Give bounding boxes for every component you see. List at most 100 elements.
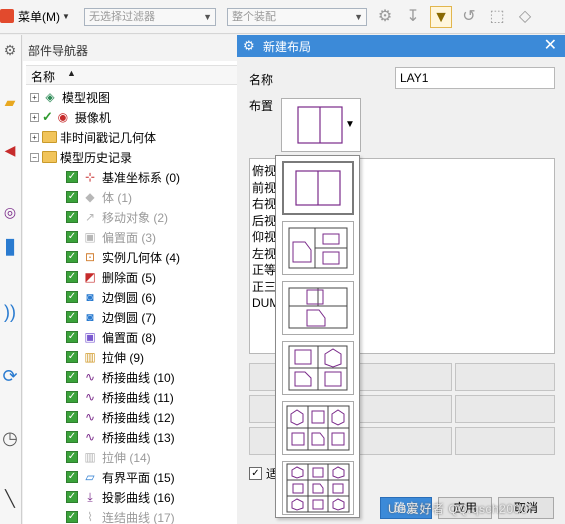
collapse-icon[interactable]: − [30, 152, 39, 162]
tree-feature-row[interactable]: ✓ ◙ 边倒圆 (6) [66, 287, 156, 307]
expand-icon[interactable]: + [30, 92, 39, 102]
selection-filter-icon[interactable]: ▼ [430, 6, 452, 28]
feature-visibility-checkbox[interactable]: ✓ [66, 411, 78, 423]
chevron-down-icon: ▼ [354, 12, 363, 22]
layout-option-two-views[interactable] [282, 161, 354, 215]
edge-blend-icon: ◙ [86, 290, 94, 304]
tree-node-label: 模型视图 [62, 90, 111, 105]
close-icon[interactable]: ✕ [544, 36, 557, 56]
tree-branch[interactable]: − 模型历史记录 [30, 147, 132, 167]
feature-visibility-checkbox[interactable]: ✓ [66, 311, 78, 323]
toolbar-icon-group: ⚙ ↧ ▼ ↺ ⬚ ◇ [374, 6, 536, 28]
feature-icon[interactable]: ◀ [1, 139, 19, 161]
fit-option-row[interactable]: ✓ 适 [249, 465, 278, 482]
tree-feature-row[interactable]: ✓ ▱ 有界平面 (15) [66, 467, 175, 487]
part-navigator: 部件导航器 名称 ▲ + ◈ 模型视图 + ✓ ◉ 摄像机 + 非时间戳记几何体 − 模型历史记录 ✓… [23, 35, 245, 524]
assembly-scope-select[interactable]: 整个装配 ▼ [227, 8, 367, 26]
tree-feature-row[interactable]: ✓ ∿ 桥接曲线 (12) [66, 407, 175, 427]
tree-node-label: 摄像机 [74, 110, 111, 125]
join-curve-icon: ⌇ [87, 510, 93, 524]
snap-to-grid-icon[interactable]: ⚙ [374, 6, 396, 28]
main-menu-label: 菜单(M) [18, 9, 60, 24]
wave-icon[interactable]: )) [1, 301, 19, 323]
feature-visibility-checkbox[interactable]: ✓ [66, 291, 78, 303]
layout-option-nine-views[interactable] [282, 461, 354, 515]
tree-feature-row[interactable]: ✓ ▥ 拉伸 (9) [66, 347, 144, 367]
layout-cell[interactable] [455, 427, 555, 455]
gear-icon[interactable]: ⚙ [243, 39, 257, 53]
tree-feature-row[interactable]: ✓ ▣ 偏置面 (3) [66, 227, 156, 247]
tree-node-label: 体 (1) [102, 190, 133, 205]
sort-ascending-icon: ▲ [67, 68, 76, 78]
navigator-column-header[interactable]: 名称 ▲ [26, 65, 244, 85]
tree-feature-row[interactable]: ✓ ◙ 边倒圆 (7) [66, 307, 156, 327]
feature-visibility-checkbox[interactable]: ✓ [66, 351, 78, 363]
view-cube-icon[interactable]: ◇ [514, 6, 536, 28]
tree-feature-row[interactable]: ✓ ▥ 拉伸 (14) [66, 447, 151, 467]
layout-option-six-views[interactable] [282, 401, 354, 455]
clock-icon[interactable]: ◷ [1, 427, 19, 449]
expand-icon[interactable]: + [30, 132, 39, 142]
layout-option-three-views-a[interactable] [282, 221, 354, 275]
knife-icon[interactable]: ╲ [1, 489, 19, 511]
feature-visibility-checkbox[interactable]: ✓ [66, 391, 78, 403]
feature-visibility-checkbox[interactable]: ✓ [66, 371, 78, 383]
tree-node-label: 拉伸 (9) [102, 350, 145, 365]
layout-cell[interactable] [352, 363, 452, 391]
bridge-curve-icon: ∿ [84, 430, 96, 444]
layout-cell[interactable] [455, 395, 555, 423]
settings-icon[interactable]: ⚙ [1, 39, 19, 61]
feature-visibility-checkbox[interactable]: ✓ [66, 171, 78, 183]
tree-feature-row[interactable]: ✓ ⊡ 实例几何体 (4) [66, 247, 180, 267]
visibility-check-icon[interactable]: ✓ [42, 109, 53, 125]
tree-branch[interactable]: + 非时间戳记几何体 [30, 127, 156, 147]
feature-visibility-checkbox[interactable]: ✓ [66, 211, 78, 223]
layout-cell[interactable] [352, 427, 452, 455]
tree-feature-row[interactable]: ✓ ▣ 偏置面 (8) [66, 327, 156, 347]
tree-feature-row[interactable]: ✓ ∿ 桥接曲线 (13) [66, 427, 175, 447]
history-icon[interactable]: ⟳ [1, 365, 19, 387]
selection-filter-select[interactable]: 无选择过滤器 ▼ [84, 8, 216, 26]
feature-visibility-checkbox[interactable]: ✓ [66, 471, 78, 483]
three-views-icon [288, 287, 348, 329]
tree-branch[interactable]: + ✓ ◉ 摄像机 [30, 107, 111, 127]
tree-feature-row[interactable]: ✓ ◩ 删除面 (5) [66, 267, 156, 287]
tree-branch[interactable]: + ◈ 模型视图 [30, 87, 110, 107]
feature-visibility-checkbox[interactable]: ✓ [66, 331, 78, 343]
layout-name-input[interactable]: LAY1 [395, 67, 555, 89]
feature-visibility-checkbox[interactable]: ✓ [66, 491, 78, 503]
tree-feature-row[interactable]: ✓ ⌇ 连结曲线 (17) [66, 507, 175, 524]
feature-visibility-checkbox[interactable]: ✓ [66, 431, 78, 443]
tree-node-label: 偏置面 (8) [102, 330, 157, 345]
feature-visibility-checkbox[interactable]: ✓ [66, 271, 78, 283]
feature-visibility-checkbox[interactable]: ✓ [66, 191, 78, 203]
snap-point-icon[interactable]: ↧ [402, 6, 424, 28]
snap-cube-icon[interactable]: ⬚ [486, 6, 508, 28]
expand-icon[interactable]: + [30, 112, 39, 122]
feature-visibility-checkbox[interactable]: ✓ [66, 511, 78, 523]
tree-feature-row[interactable]: ✓ ↗ 移动对象 (2) [66, 207, 168, 227]
feature-visibility-checkbox[interactable]: ✓ [66, 451, 78, 463]
undo-arc-icon[interactable]: ↺ [458, 6, 480, 28]
fit-checkbox[interactable]: ✓ [249, 467, 262, 480]
layout-label: 布置 [249, 99, 274, 113]
assembly-icon[interactable]: ▰ [1, 91, 19, 113]
tree-feature-row[interactable]: ✓ ⊹ 基准坐标系 (0) [66, 167, 180, 187]
tree-feature-row[interactable]: ✓ ⤓ 投影曲线 (16) [66, 487, 175, 507]
layout-cell[interactable] [352, 395, 452, 423]
tree-feature-row[interactable]: ✓ ◆ 体 (1) [66, 187, 132, 207]
tree-feature-row[interactable]: ✓ ∿ 桥接曲线 (10) [66, 367, 175, 387]
chevron-down-icon[interactable]: ▼ [345, 119, 355, 130]
folder-icon [42, 131, 57, 143]
layout-cell[interactable] [455, 363, 555, 391]
model-view-icon: ◈ [45, 90, 55, 104]
target-icon[interactable]: ◎ [1, 201, 19, 223]
tree-feature-row[interactable]: ✓ ∿ 桥接曲线 (11) [66, 387, 174, 407]
main-menu-button[interactable]: 菜单(M) ▼ [0, 6, 70, 26]
layout-option-three-views-b[interactable] [282, 281, 354, 335]
layout-option-four-views[interactable] [282, 341, 354, 395]
feature-visibility-checkbox[interactable]: ✓ [66, 231, 78, 243]
part-icon[interactable]: ▮ [1, 235, 19, 257]
tree-node-label: 桥接曲线 (11) [102, 390, 174, 405]
feature-visibility-checkbox[interactable]: ✓ [66, 251, 78, 263]
